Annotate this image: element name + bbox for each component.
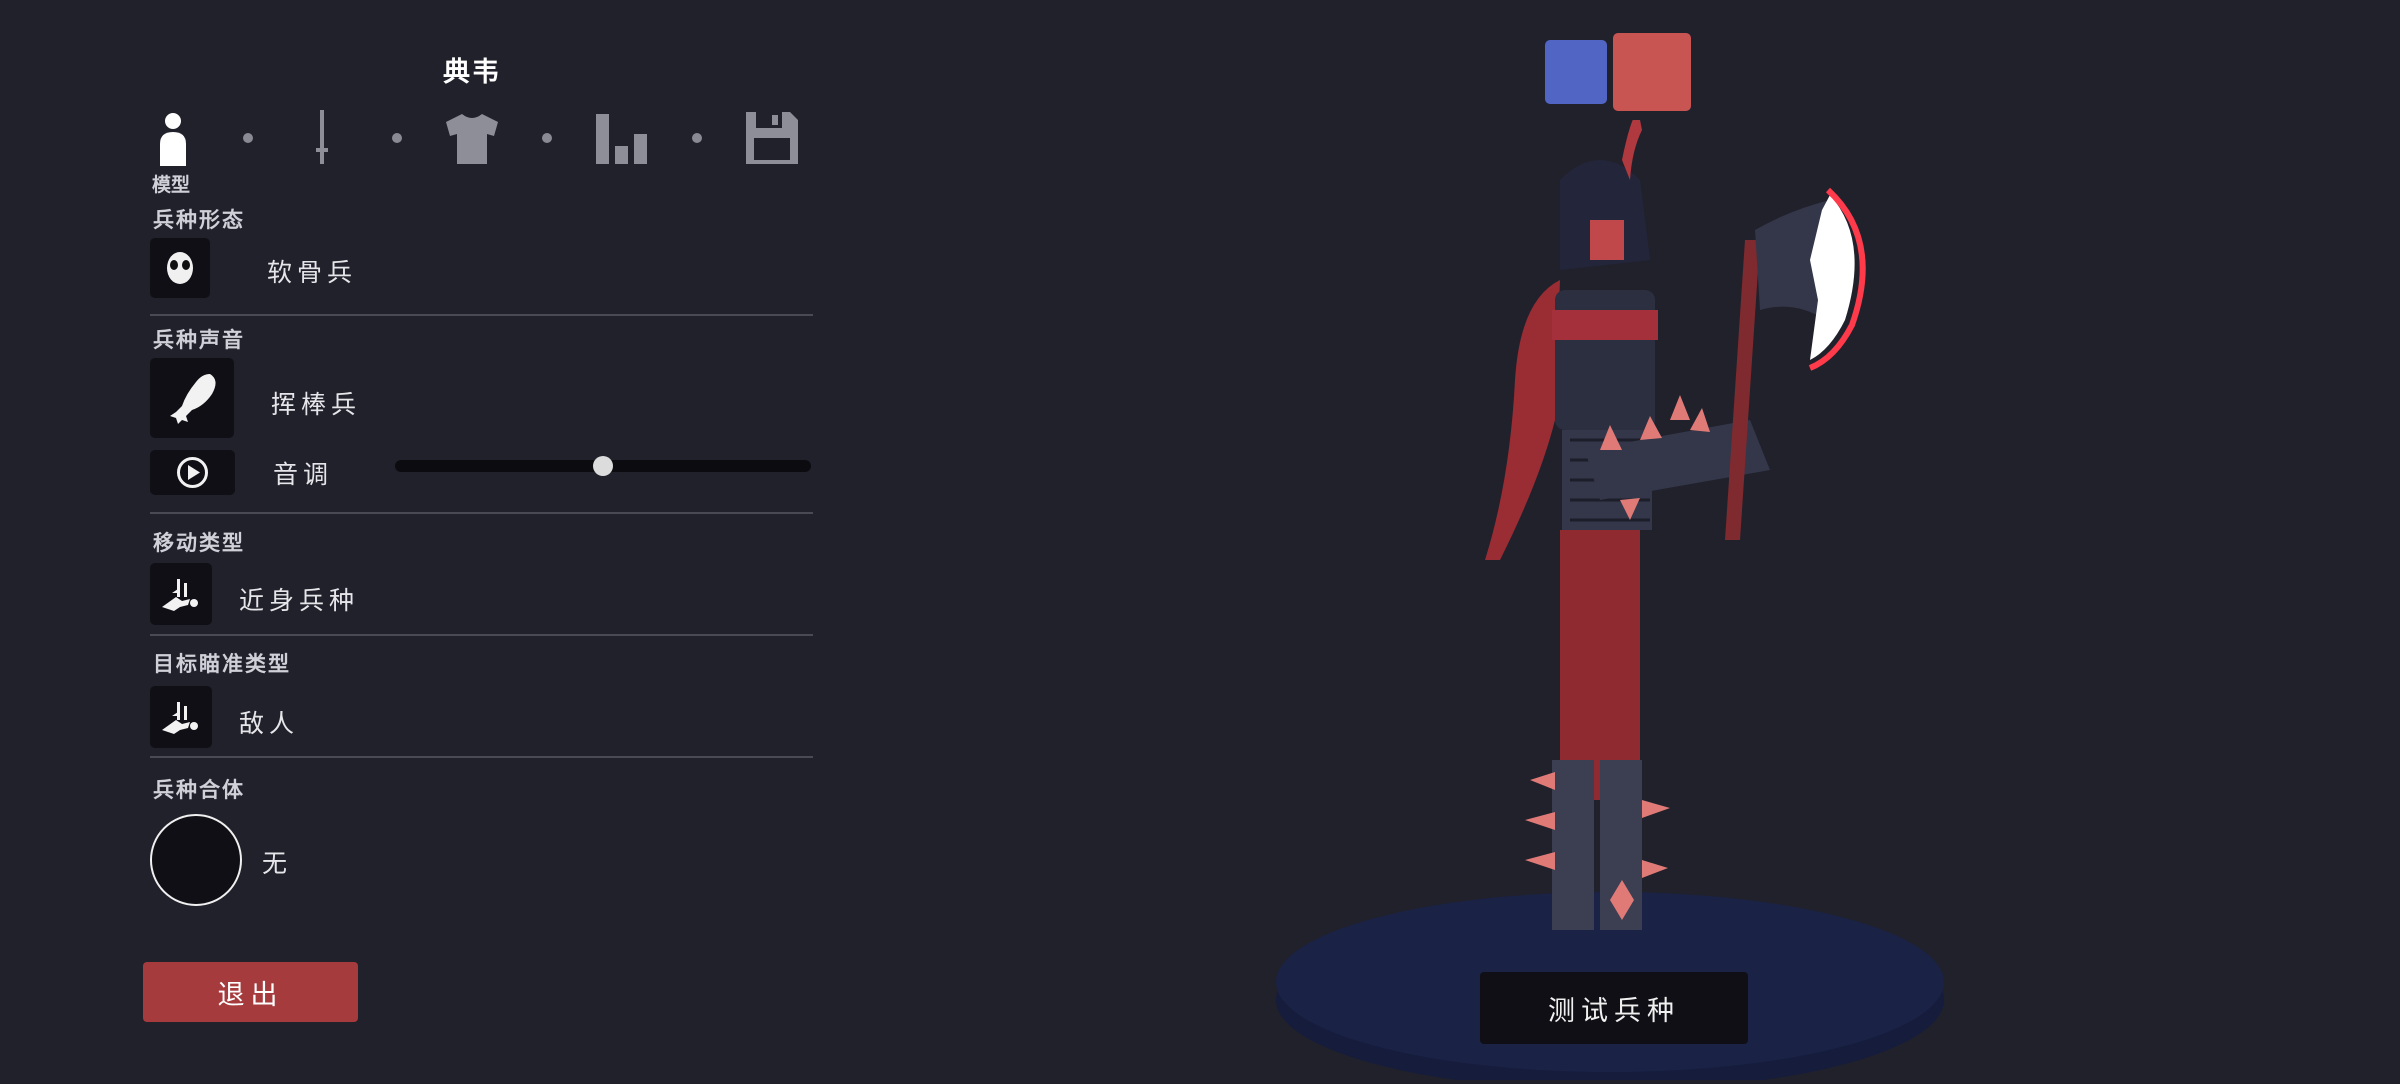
chicken-leg-icon	[170, 374, 216, 424]
divider	[150, 634, 813, 636]
tab-clothing[interactable]	[442, 108, 502, 168]
play-icon	[177, 457, 208, 488]
team-red-swatch[interactable]	[1613, 33, 1691, 111]
unit-merge-value: 无	[262, 849, 293, 878]
exit-button[interactable]: 退出	[143, 962, 358, 1022]
unit-preview[interactable]	[1270, 110, 1960, 1084]
tab-save[interactable]	[742, 108, 802, 168]
tab-separator	[542, 133, 552, 143]
mask-face-icon	[167, 252, 193, 284]
unit-name-title: 典韦	[443, 57, 501, 88]
divider	[150, 512, 813, 514]
tab-model[interactable]	[143, 108, 203, 168]
shirt-icon	[446, 114, 498, 164]
unit-voice-select[interactable]	[150, 358, 234, 438]
unit-merge-slot[interactable]	[150, 814, 242, 906]
pitch-label: 音调	[273, 460, 334, 489]
movement-type-select[interactable]	[150, 563, 212, 625]
play-voice-button[interactable]	[150, 450, 235, 495]
unit-voice-value: 挥棒兵	[271, 390, 362, 419]
active-tab-label: 模型	[152, 174, 191, 196]
unit-form-select[interactable]	[150, 238, 210, 298]
pitch-slider-thumb[interactable]	[593, 456, 613, 476]
unit-voice-label: 兵种声音	[153, 328, 245, 352]
target-enemy-icon	[162, 702, 198, 734]
target-type-select[interactable]	[150, 686, 212, 748]
tab-weapons[interactable]	[292, 108, 352, 168]
movement-type-value: 近身兵种	[239, 586, 360, 615]
movement-type-label: 移动类型	[153, 531, 245, 555]
save-icon	[746, 112, 798, 164]
divider	[150, 756, 813, 758]
test-unit-button[interactable]: 测试兵种	[1480, 972, 1748, 1044]
target-type-value: 敌人	[239, 709, 300, 738]
unit-form-value: 软骨兵	[267, 258, 358, 287]
tab-separator	[243, 133, 253, 143]
tab-separator	[392, 133, 402, 143]
unit-merge-label: 兵种合体	[153, 778, 245, 802]
bar-chart-icon	[596, 114, 647, 164]
melee-runner-icon	[162, 579, 198, 611]
unit-model-illustration	[1276, 110, 1944, 1084]
tab-separator	[692, 133, 702, 143]
tab-stats[interactable]	[592, 108, 652, 168]
sword-icon	[316, 110, 328, 164]
person-icon	[160, 113, 186, 166]
team-blue-swatch[interactable]	[1545, 40, 1607, 104]
divider	[150, 314, 813, 316]
target-type-label: 目标瞄准类型	[153, 652, 291, 676]
unit-form-label: 兵种形态	[153, 208, 245, 232]
